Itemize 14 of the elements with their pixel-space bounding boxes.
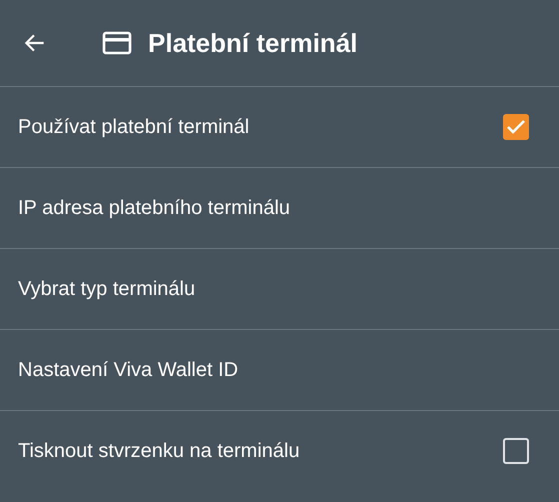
settings-row[interactable]: Tisknout stvrzenku na terminálu [0,410,559,491]
checkbox[interactable] [503,438,529,464]
setting-label: Používat platební terminál [18,116,250,138]
settings-row[interactable]: IP adresa platebního terminálu [0,167,559,248]
settings-row[interactable]: Používat platební terminál [0,86,559,167]
setting-label: IP adresa platebního terminálu [18,196,290,220]
settings-row[interactable]: Vybrat typ terminálu [0,248,559,329]
page-title: Platební terminál [148,28,358,58]
setting-label: Nastavení Viva Wallet ID [18,358,238,382]
setting-label: Tisknout stvrzenku na terminálu [18,440,300,462]
checkbox[interactable] [503,114,529,140]
settings-row[interactable]: Nastavení Viva Wallet ID [0,329,559,410]
card-icon [102,31,132,55]
setting-label: Vybrat typ terminálu [18,278,196,300]
